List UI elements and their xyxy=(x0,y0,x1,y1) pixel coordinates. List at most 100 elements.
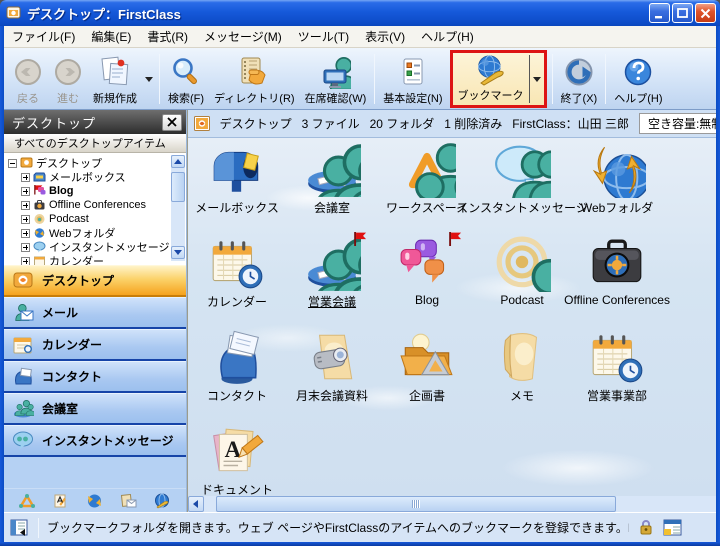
desktop-content: デスクトップ 3 ファイル 20 フォルダ 1 削除済み FirstClass：… xyxy=(188,110,720,512)
tree-item-instant-message[interactable]: インスタントメッセージ xyxy=(8,240,170,254)
expand-box-icon[interactable] xyxy=(21,215,30,224)
new-message-dropdown[interactable] xyxy=(142,50,156,108)
work-area: デスクトップ すべてのデスクトップアイテム デスクトップ xyxy=(4,110,716,512)
panel-title: デスクトップ xyxy=(12,113,162,132)
close-button[interactable] xyxy=(695,3,716,23)
tree-item-webfolder[interactable]: Webフォルダ xyxy=(8,226,170,240)
help-button[interactable]: ヘルプ(H) xyxy=(609,50,667,108)
scroll-down-icon[interactable] xyxy=(171,246,185,259)
expand-box-icon[interactable] xyxy=(21,257,30,266)
presence-button[interactable]: 在席確認(W) xyxy=(300,50,372,108)
icon-grid: メールボックス 会議室 xyxy=(190,142,668,496)
workspace-icon[interactable] xyxy=(18,493,36,509)
forward-button[interactable]: 進む xyxy=(48,50,88,108)
desktop-item-blog[interactable]: Blog xyxy=(380,236,475,330)
app-icon xyxy=(6,5,22,21)
scroll-left-icon[interactable] xyxy=(188,496,204,512)
desktop-item-meeting-material[interactable]: 月末会議資料 xyxy=(285,330,380,424)
menu-edit[interactable]: 編集(E) xyxy=(83,25,139,48)
tree-item-blog[interactable]: Blog xyxy=(8,184,170,198)
desktop-item-instant-message[interactable]: インスタントメッセージ xyxy=(475,142,570,236)
desktop-item-sales-department[interactable]: 営業事業部 xyxy=(570,330,665,424)
bookmark-dropdown[interactable] xyxy=(530,53,544,105)
blog-icon xyxy=(398,236,456,292)
nav-desktop[interactable]: デスクトップ xyxy=(4,265,186,297)
desktop-item-sales-meeting[interactable]: 営業会議 xyxy=(285,236,380,330)
meeting-material-icon xyxy=(303,330,361,386)
expand-box-icon[interactable] xyxy=(21,243,30,252)
panel-close-button[interactable] xyxy=(162,114,182,131)
bookmark-button[interactable]: ブックマーク xyxy=(453,53,529,105)
tree-item-calendar[interactable]: カレンダー xyxy=(8,254,170,265)
expand-box-icon[interactable] xyxy=(21,187,30,196)
menu-format[interactable]: 書式(R) xyxy=(139,25,196,48)
forward-icon xyxy=(53,54,83,90)
menu-view[interactable]: 表示(V) xyxy=(357,25,413,48)
tree-item-podcast[interactable]: Podcast xyxy=(8,212,170,226)
scroll-up-icon[interactable] xyxy=(171,155,185,168)
desktop-item-workspace[interactable]: ワークスペース xyxy=(380,142,475,236)
menu-tools[interactable]: ツール(T) xyxy=(290,25,357,48)
desktop-item-podcast[interactable]: Podcast xyxy=(475,236,570,330)
desktop-icon xyxy=(20,157,33,169)
nav-contacts[interactable]: コンタクト xyxy=(4,361,186,393)
sidebar-nav: デスクトップ メール カレンダー xyxy=(4,265,186,457)
desktop-item-mailbox[interactable]: メールボックス xyxy=(190,142,285,236)
back-button[interactable]: 戻る xyxy=(8,50,48,108)
menu-help[interactable]: ヘルプ(H) xyxy=(413,25,482,48)
exit-button[interactable]: 終了(X) xyxy=(556,50,603,108)
bookmark-highlight-box: ブックマーク xyxy=(450,50,547,108)
expand-box-icon[interactable] xyxy=(21,201,30,210)
calendar-icon xyxy=(12,335,34,355)
search-button[interactable]: 検索(F) xyxy=(163,50,209,108)
desktop-item-memo[interactable]: メモ xyxy=(475,330,570,424)
toggle-panel-icon[interactable] xyxy=(10,519,30,537)
maximize-button[interactable] xyxy=(672,3,693,23)
calendar-icon xyxy=(208,236,266,292)
podcast-icon xyxy=(33,213,46,225)
news-icon[interactable] xyxy=(120,493,137,509)
directory-button[interactable]: ディレクトリ(R) xyxy=(209,50,300,108)
desktop-item-conference-room[interactable]: 会議室 xyxy=(285,142,380,236)
document-icon: A xyxy=(208,424,266,480)
minimize-button[interactable] xyxy=(649,3,670,23)
expand-box-icon[interactable] xyxy=(21,173,30,182)
desktop-item-documents[interactable]: A ドキュメント xyxy=(190,424,285,496)
nav-instant-message[interactable]: インスタントメッセージ xyxy=(4,425,186,457)
memo-icon xyxy=(493,330,551,386)
desktop-item-offline-conferences[interactable]: Offline Conferences xyxy=(570,236,665,330)
tree-item-offline-conferences[interactable]: Offline Conferences xyxy=(8,198,170,212)
tree-scrollbar[interactable] xyxy=(171,155,185,261)
bookmarks-icon[interactable] xyxy=(154,493,171,509)
web-folder-icon xyxy=(33,227,46,239)
tree-item-desktop[interactable]: デスクトップ xyxy=(8,156,170,170)
horizontal-scrollbar[interactable] xyxy=(188,496,720,512)
web-folder-icon xyxy=(588,142,646,198)
new-message-button[interactable]: 新規作成 xyxy=(88,50,142,108)
documents-icon[interactable] xyxy=(53,493,69,509)
nav-mail[interactable]: メール xyxy=(4,297,186,329)
desktop-item-proposal[interactable]: 企画書 xyxy=(380,330,475,424)
expand-box-icon[interactable] xyxy=(21,229,30,238)
nav-conferences[interactable]: 会議室 xyxy=(4,393,186,425)
collapse-box-icon[interactable] xyxy=(8,159,17,168)
nav-calendar[interactable]: カレンダー xyxy=(4,329,186,361)
preferences-button[interactable]: 基本設定(N) xyxy=(378,50,447,108)
instant-message-icon xyxy=(33,241,46,253)
desktop-item-contacts[interactable]: コンタクト xyxy=(190,330,285,424)
menu-message[interactable]: メッセージ(M) xyxy=(196,25,290,48)
desktop-item-calendar[interactable]: カレンダー xyxy=(190,236,285,330)
mailbox-icon xyxy=(208,142,266,198)
status-message: ブックマークフォルダを開きます。ウェブ ページやFirstClassのアイテムへ… xyxy=(47,519,629,536)
content-header: デスクトップ 3 ファイル 20 フォルダ 1 削除済み FirstClass：… xyxy=(188,110,720,138)
menu-file[interactable]: ファイル(F) xyxy=(4,25,83,48)
bookmark-icon xyxy=(473,53,509,87)
desktop-item-web-folder[interactable]: Webフォルダ xyxy=(570,142,665,236)
title-bar[interactable]: デスクトップ：FirstClass xyxy=(0,0,720,26)
tree-item-mailbox[interactable]: メールボックス xyxy=(8,170,170,184)
directory-icon xyxy=(237,54,271,90)
layout-panel-icon[interactable] xyxy=(663,519,682,536)
firstclass-window: デスクトップ：FirstClass ファイル(F) 編集(E) 書式(R) メッ… xyxy=(0,0,720,546)
horizontal-scroll-thumb[interactable] xyxy=(216,496,616,512)
web-folder-icon[interactable] xyxy=(86,493,103,509)
